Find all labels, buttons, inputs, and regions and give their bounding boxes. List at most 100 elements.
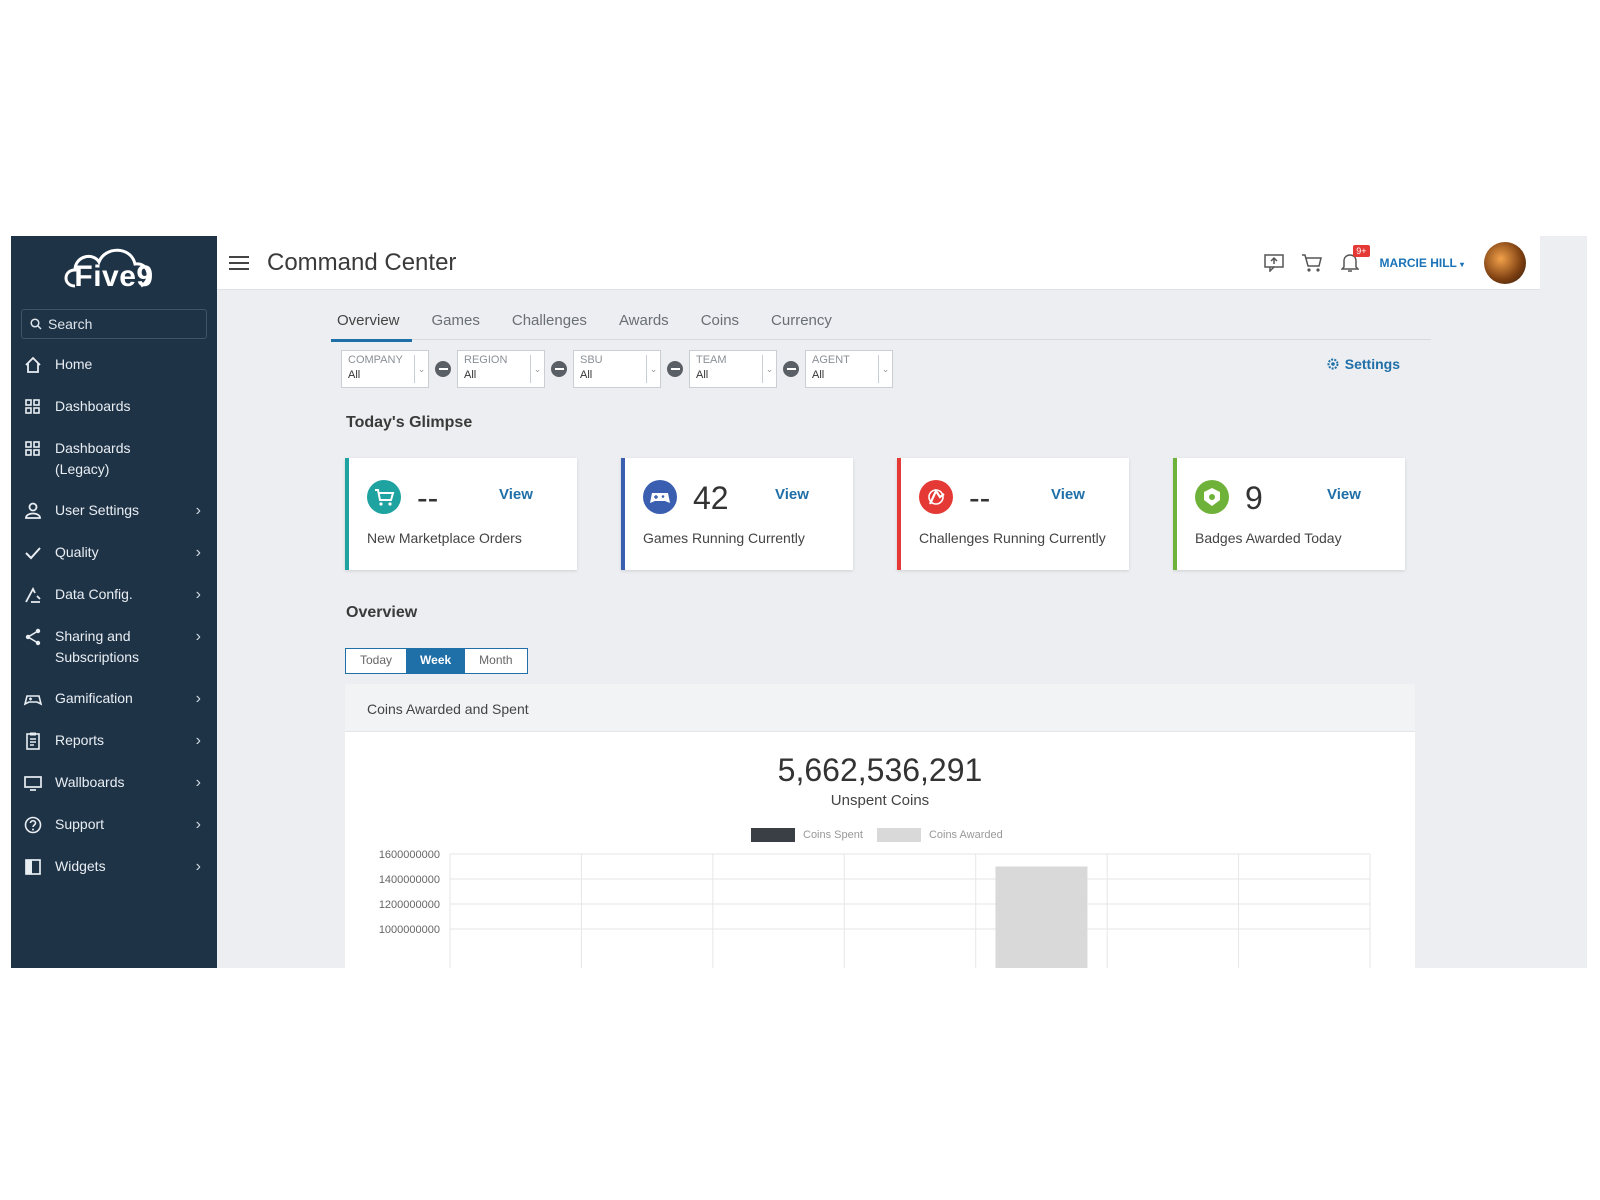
top-bar: Command Center 9+ MARCIE HILL ▾ xyxy=(217,236,1540,290)
filter-sbu[interactable]: SBU All ⌄ xyxy=(573,350,661,388)
glimpse-cards: -- View New Marketplace Orders 42 View Games … xyxy=(345,458,1405,570)
sidebar-item-label: User Settings xyxy=(55,502,140,518)
grid-icon xyxy=(23,397,43,417)
remove-filter-icon[interactable] xyxy=(783,361,799,377)
filter-company[interactable]: COMPANY All ⌄ xyxy=(341,350,429,388)
sidebar-item-label: Reports xyxy=(55,732,105,748)
filter-region[interactable]: REGION All ⌄ xyxy=(457,350,545,388)
sidebar-item-user-settings[interactable]: User Settings › xyxy=(11,499,217,541)
sidebar-item-wallboards[interactable]: Wallboards › xyxy=(11,771,217,813)
chevron-right-icon: › xyxy=(195,858,201,875)
y-tick-label: 1400000000 xyxy=(379,874,440,886)
chevron-down-icon[interactable]: ⌄ xyxy=(878,355,892,383)
sidebar-item-support[interactable]: Support › xyxy=(11,813,217,855)
user-icon xyxy=(23,501,43,521)
user-menu[interactable]: MARCIE HILL ▾ xyxy=(1380,256,1464,270)
card-view-link[interactable]: View xyxy=(499,486,533,503)
remove-filter-icon[interactable] xyxy=(551,361,567,377)
remove-filter-icon[interactable] xyxy=(667,361,683,377)
y-tick-label: 1000000000 xyxy=(379,924,440,936)
filter-team[interactable]: TEAM All ⌄ xyxy=(689,350,777,388)
card-view-link[interactable]: View xyxy=(1327,486,1361,503)
y-tick-label: 1600000000 xyxy=(379,849,440,861)
help-icon xyxy=(23,815,43,835)
monitor-icon xyxy=(23,773,43,793)
card-view-link[interactable]: View xyxy=(775,486,809,503)
sidebar-item-label: Data Config. xyxy=(55,586,133,602)
panel-title: Coins Awarded and Spent xyxy=(345,684,1415,732)
chevron-right-icon: › xyxy=(195,690,201,707)
unspent-coins-value: 5,662,536,291 xyxy=(777,752,983,788)
search-label: Search xyxy=(48,316,93,332)
search-icon xyxy=(30,318,42,330)
period-week-button[interactable]: Week xyxy=(406,649,466,673)
unspent-coins-label: Unspent Coins xyxy=(830,792,930,809)
filter-bar: COMPANY All ⌄ REGION All ⌄ SBU All ⌄ TEAM All ⌄ AGEN… xyxy=(341,350,893,388)
filter-agent[interactable]: AGENT All ⌄ xyxy=(805,350,893,388)
sidebar-item-dashboards[interactable]: Dashboards xyxy=(11,395,217,437)
legend-swatch xyxy=(751,828,795,842)
glimpse-card-games-running-currently: 42 View Games Running Currently xyxy=(621,458,853,570)
sidebar-nav: Home Dashboards Dashboards (Legacy) User Se… xyxy=(11,353,217,897)
sidebar-item-widgets[interactable]: Widgets › xyxy=(11,855,217,897)
sidebar-item-label: Gamification xyxy=(55,690,133,706)
sidebar: Five9 Search Home Dashboards Dashboards (L… xyxy=(11,236,217,968)
sidebar-item-dashboards-legacy[interactable]: Dashboards (Legacy) xyxy=(11,437,217,499)
chevron-right-icon: › xyxy=(195,774,201,791)
caret-down-icon: ▾ xyxy=(1459,260,1464,269)
settings-button[interactable]: Settings xyxy=(1326,356,1400,372)
sidebar-item-label: Dashboards xyxy=(55,398,131,414)
tab-overview[interactable]: Overview xyxy=(331,310,411,342)
sidebar-item-gamification[interactable]: Gamification › xyxy=(11,687,217,729)
chevron-right-icon: › xyxy=(195,544,201,561)
card-label: Badges Awarded Today xyxy=(1195,530,1342,546)
overview-title: Overview xyxy=(346,604,418,621)
card-value: 9 xyxy=(1245,480,1263,516)
sidebar-search[interactable]: Search xyxy=(21,309,207,339)
card-value: -- xyxy=(969,480,991,516)
sidebar-item-home[interactable]: Home xyxy=(11,353,217,395)
glimpse-title: Today's Glimpse xyxy=(346,414,473,431)
sidebar-item-sharing-and-subscriptions[interactable]: Sharing and Subscriptions › xyxy=(11,625,217,687)
sidebar-item-label: Dashboards (Legacy) xyxy=(55,440,131,477)
sidebar-item-reports[interactable]: Reports › xyxy=(11,729,217,771)
notification-bell-icon[interactable]: 9+ xyxy=(1338,245,1370,275)
clipboard-icon xyxy=(23,731,43,751)
avatar[interactable] xyxy=(1484,242,1526,284)
check-icon xyxy=(23,543,43,563)
glimpse-card-badges-awarded-today: 9 View Badges Awarded Today xyxy=(1173,458,1405,570)
card-value: 42 xyxy=(693,480,729,516)
hamburger-menu-icon[interactable] xyxy=(229,255,249,270)
top-right-actions: 9+ MARCIE HILL ▾ xyxy=(1262,242,1526,284)
cart-icon[interactable] xyxy=(1300,251,1324,275)
bar-coins-awarded[interactable] xyxy=(995,866,1088,969)
tab-coins[interactable]: Coins xyxy=(695,310,745,339)
y-tick-label: 1200000000 xyxy=(379,899,440,911)
chevron-down-icon[interactable]: ⌄ xyxy=(414,355,428,383)
share-icon xyxy=(23,627,43,647)
feedback-icon[interactable] xyxy=(1262,251,1286,275)
chevron-down-icon[interactable]: ⌄ xyxy=(762,355,776,383)
sidebar-item-data-config[interactable]: Data Config. › xyxy=(11,583,217,625)
tab-challenges[interactable]: Challenges xyxy=(506,310,593,339)
chart-legend: Coins Spent Coins Awarded xyxy=(751,828,1009,842)
chevron-down-icon[interactable]: ⌄ xyxy=(530,355,544,383)
card-view-link[interactable]: View xyxy=(1051,486,1085,503)
remove-filter-icon[interactable] xyxy=(435,361,451,377)
tab-games[interactable]: Games xyxy=(426,310,486,339)
tab-currency[interactable]: Currency xyxy=(765,310,838,339)
app-window: Five9 Search Home Dashboards Dashboards (L… xyxy=(11,236,1587,968)
chevron-down-icon[interactable]: ⌄ xyxy=(646,355,660,383)
sidebar-item-label: Quality xyxy=(55,544,99,560)
home-icon xyxy=(23,355,43,375)
glimpse-card-new-marketplace-orders: -- View New Marketplace Orders xyxy=(345,458,577,570)
period-today-button[interactable]: Today xyxy=(346,649,406,673)
legend-label: Coins Spent xyxy=(803,829,863,841)
grid-icon xyxy=(23,439,43,459)
sidebar-item-quality[interactable]: Quality › xyxy=(11,541,217,583)
five9-logo[interactable]: Five9 xyxy=(11,236,217,306)
notification-badge: 9+ xyxy=(1353,245,1370,257)
period-month-button[interactable]: Month xyxy=(465,649,526,673)
chevron-right-icon: › xyxy=(195,816,201,833)
tab-awards[interactable]: Awards xyxy=(613,310,675,339)
